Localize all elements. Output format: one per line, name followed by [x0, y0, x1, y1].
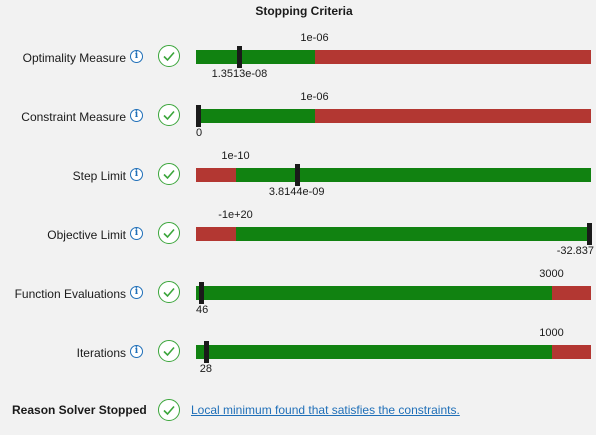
- criterion-row-objective-limit: Objective Limit i -1e+20 -32.837: [0, 209, 596, 284]
- value-label: 0: [196, 127, 203, 139]
- info-icon[interactable]: i: [130, 50, 143, 63]
- criterion-bar: [196, 282, 591, 304]
- criterion-bar: [196, 105, 591, 127]
- reason-message-link[interactable]: Local minimum found that satisfies the c…: [191, 403, 460, 417]
- check-circle-icon: [158, 222, 180, 244]
- criterion-label: Step Limit: [72, 169, 126, 183]
- threshold-label: 3000: [539, 268, 564, 280]
- criterion-label: Objective Limit: [47, 228, 126, 242]
- check-circle-icon: [158, 340, 180, 362]
- check-circle-icon: [158, 45, 180, 67]
- criterion-label: Constraint Measure: [21, 110, 126, 124]
- criterion-label: Iterations: [76, 346, 126, 360]
- criterion-row-function-evaluations: Function Evaluations i 3000 46: [0, 268, 596, 343]
- check-circle-icon: [158, 399, 180, 421]
- satisfied-segment: [196, 109, 315, 123]
- value-label: -32.837: [556, 245, 594, 257]
- criterion-row-iterations: Iterations i 1000 28: [0, 327, 596, 402]
- criterion-bar: [196, 341, 591, 363]
- criterion-label: Function Evaluations: [14, 287, 126, 301]
- value-label: 1.3513e-08: [211, 68, 268, 80]
- value-marker: [203, 341, 209, 363]
- value-label: 46: [196, 304, 209, 316]
- value-marker: [294, 164, 300, 186]
- info-icon[interactable]: i: [130, 286, 143, 299]
- satisfied-segment: [196, 50, 315, 64]
- criterion-bar: [196, 223, 592, 245]
- criterion-row-optimality: Optimality Measure i 1e-06 1.3513e-08: [0, 32, 596, 107]
- criterion-bar: [196, 46, 591, 68]
- criterion-row-constraint: Constraint Measure i 1e-06 0: [0, 91, 596, 166]
- threshold-label: 1000: [539, 327, 564, 339]
- check-circle-icon: [158, 163, 180, 185]
- threshold-label: 1e-10: [221, 150, 250, 162]
- value-label: 28: [199, 363, 212, 375]
- satisfied-segment: [235, 168, 591, 182]
- value-marker: [196, 105, 201, 127]
- criterion-bar: [196, 164, 591, 186]
- check-circle-icon: [158, 281, 180, 303]
- criterion-label: Optimality Measure: [22, 51, 126, 65]
- info-icon[interactable]: i: [130, 345, 143, 358]
- satisfied-segment: [235, 227, 591, 241]
- stopping-criteria-title: Stopping Criteria: [255, 4, 353, 18]
- criterion-row-step-limit: Step Limit i 1e-10 3.8144e-09: [0, 150, 596, 225]
- info-icon[interactable]: i: [130, 109, 143, 122]
- info-icon[interactable]: i: [130, 168, 143, 181]
- satisfied-segment: [196, 345, 552, 359]
- value-marker: [199, 282, 205, 304]
- threshold-label: 1e-06: [300, 32, 329, 44]
- value-marker: [237, 46, 243, 68]
- threshold-label: 1e-06: [300, 91, 329, 103]
- check-circle-icon: [158, 104, 180, 126]
- threshold-label: -1e+20: [218, 209, 253, 221]
- satisfied-segment: [196, 286, 552, 300]
- value-label: 3.8144e-09: [268, 186, 325, 198]
- reason-label: Reason Solver Stopped: [12, 403, 147, 417]
- info-icon[interactable]: i: [130, 227, 143, 240]
- value-marker: [587, 223, 592, 245]
